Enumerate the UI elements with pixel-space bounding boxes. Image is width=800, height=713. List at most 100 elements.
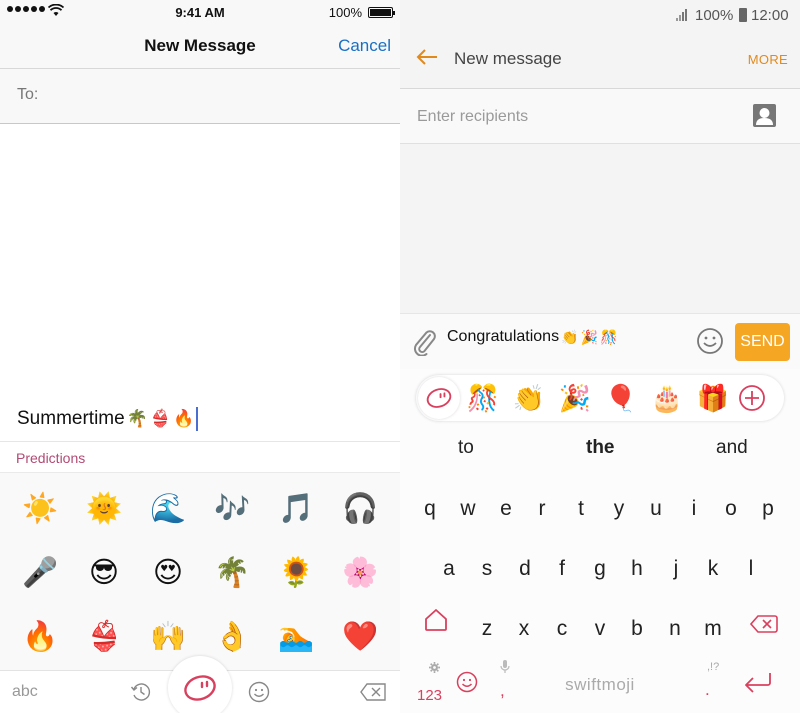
predictions-label: Predictions — [16, 450, 86, 466]
emoji-key[interactable]: ❤️ — [342, 623, 378, 652]
punctuation-hint: ,!? — [707, 661, 720, 673]
bikini-emoji: 👙 — [149, 409, 172, 428]
key[interactable]: t — [564, 497, 598, 521]
navigation-bar: New Message Cancel — [0, 24, 400, 69]
emoji-key[interactable]: 🎤 — [22, 558, 58, 588]
send-button[interactable]: SEND — [735, 323, 790, 361]
period-key[interactable]: . — [705, 680, 710, 700]
comma-key[interactable]: , — [500, 681, 505, 701]
key[interactable]: c — [545, 617, 579, 641]
key[interactable]: l — [734, 557, 768, 581]
emoji-key[interactable]: 😎 — [89, 558, 119, 588]
key[interactable]: n — [658, 617, 692, 641]
key[interactable]: s — [470, 557, 504, 581]
swiftmoji-button[interactable] — [168, 656, 232, 713]
page-title: New message — [454, 49, 562, 68]
message-text[interactable]: Summertime 🌴 👙 🔥 — [17, 407, 199, 431]
emoji-key[interactable]: 🏊 — [278, 623, 314, 652]
signal-bars-icon — [676, 9, 687, 21]
fire-emoji: 🔥 — [173, 409, 195, 428]
key[interactable]: m — [696, 617, 730, 641]
key[interactable]: k — [696, 557, 730, 581]
swiftmoji-logo-icon — [426, 388, 452, 408]
history-icon[interactable] — [130, 681, 152, 703]
confetti-emoji: 🎊 — [599, 328, 618, 345]
to-input[interactable] — [50, 79, 380, 113]
emoji-suggestion[interactable]: 🎊 — [460, 385, 506, 411]
emoji-key[interactable]: 👌 — [214, 623, 250, 652]
key[interactable]: j — [659, 557, 693, 581]
backspace-icon[interactable] — [360, 683, 386, 701]
emoji-suggestion[interactable]: 🎈 — [598, 385, 644, 411]
key-row-1: q w e r t y u i o p — [400, 497, 800, 537]
key[interactable]: e — [489, 497, 523, 521]
text-cursor — [196, 407, 199, 431]
back-arrow-icon[interactable] — [416, 48, 438, 66]
key[interactable]: y — [602, 497, 636, 521]
abc-keyboard-button[interactable]: abc — [12, 683, 38, 701]
suggestion-word[interactable]: to — [458, 437, 474, 459]
app-bar: New message MORE — [400, 30, 800, 89]
cancel-button[interactable]: Cancel — [338, 36, 391, 56]
settings-gear-icon[interactable] — [429, 662, 440, 673]
emoji-suggestion-strip: 🎊 👏 🎉 🎈 🎂 🎁 — [416, 375, 784, 421]
attachment-icon[interactable] — [412, 328, 438, 356]
smiley-icon[interactable] — [696, 327, 724, 355]
key[interactable]: p — [751, 497, 785, 521]
emoji-suggestion[interactable]: 👏 — [506, 385, 552, 411]
battery-full-icon — [368, 7, 395, 18]
key[interactable]: q — [413, 497, 447, 521]
conversation-area — [400, 144, 800, 314]
emoji-key[interactable]: 🔥 — [22, 623, 58, 652]
suggestion-word[interactable]: and — [716, 437, 748, 459]
add-emoji-icon[interactable] — [738, 384, 766, 412]
key[interactable]: o — [714, 497, 748, 521]
emoji-key[interactable]: 🌻 — [278, 558, 314, 588]
smiley-icon[interactable] — [248, 681, 270, 703]
numbers-key[interactable]: 123 — [417, 687, 442, 704]
ios-messages-screen: 9:41 AM 100% New Message Cancel To: Summ… — [0, 0, 400, 713]
emoji-key[interactable]: ☀️ — [22, 494, 58, 524]
key[interactable]: w — [451, 497, 485, 521]
keyboard-bottom-row: 123 , swiftmoji ,!? . — [400, 659, 800, 713]
key[interactable]: r — [525, 497, 559, 521]
key[interactable]: u — [639, 497, 673, 521]
key[interactable]: d — [508, 557, 542, 581]
emoji-suggestion[interactable]: 🎂 — [644, 385, 690, 411]
emoji-key[interactable]: 🎧 — [342, 494, 378, 524]
more-button[interactable]: MORE — [748, 52, 788, 67]
key[interactable]: b — [620, 617, 654, 641]
emoji-key[interactable]: 🌊 — [150, 494, 186, 524]
emoji-key[interactable]: 🌸 — [342, 558, 378, 588]
key[interactable]: h — [620, 557, 654, 581]
emoji-key[interactable]: 👙 — [86, 623, 122, 652]
key[interactable]: a — [432, 557, 466, 581]
enter-icon[interactable] — [743, 671, 773, 695]
emoji-suggestion[interactable]: 🎁 — [690, 385, 736, 411]
battery-icon — [739, 8, 747, 22]
emoji-key[interactable]: 🙌 — [150, 623, 186, 652]
microphone-icon[interactable] — [500, 660, 510, 674]
emoji-key-icon[interactable] — [456, 671, 478, 693]
contact-picker-icon[interactable] — [753, 104, 776, 127]
emoji-key[interactable]: 🎵 — [278, 494, 314, 524]
suggestion-word[interactable]: the — [586, 437, 615, 459]
swiftmoji-button[interactable] — [418, 377, 460, 419]
key[interactable]: g — [583, 557, 617, 581]
key[interactable]: x — [507, 617, 541, 641]
space-bar[interactable]: swiftmoji — [525, 667, 675, 703]
emoji-key[interactable]: 😍 — [153, 558, 183, 588]
emoji-key[interactable]: 🌴 — [214, 558, 250, 588]
recipients-input[interactable] — [417, 101, 737, 133]
key[interactable]: i — [677, 497, 711, 521]
message-input[interactable]: Congratulations 👏 🎉 🎊 — [447, 328, 617, 346]
key[interactable]: z — [470, 617, 504, 641]
emoji-suggestion[interactable]: 🎉 — [552, 385, 598, 411]
message-compose-area[interactable]: Summertime 🌴 👙 🔥 — [0, 124, 400, 441]
key[interactable]: f — [545, 557, 579, 581]
emoji-key[interactable]: 🌞 — [86, 494, 122, 524]
ios-status-bar: 9:41 AM 100% — [0, 0, 400, 24]
key[interactable]: v — [583, 617, 617, 641]
backspace-icon[interactable] — [750, 615, 778, 633]
emoji-key[interactable]: 🎶 — [214, 494, 250, 524]
